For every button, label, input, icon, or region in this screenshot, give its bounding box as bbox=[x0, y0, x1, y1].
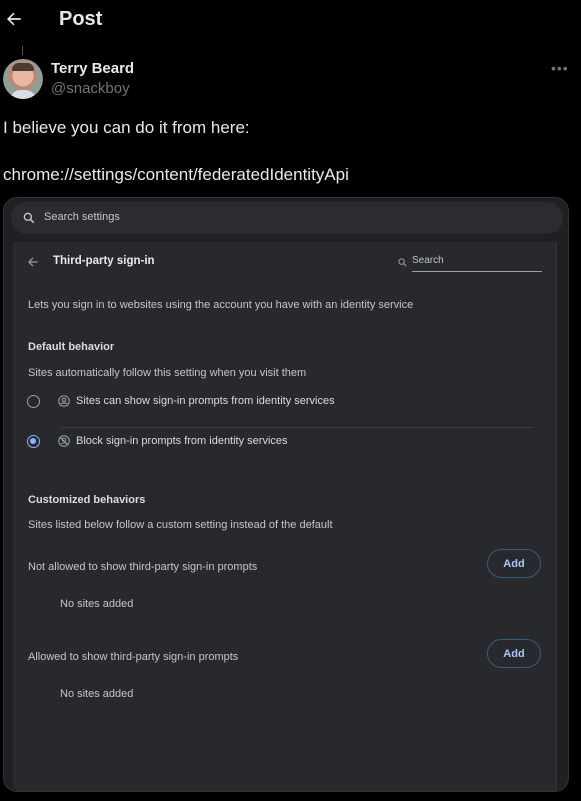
page-description: Lets you sign in to websites using the a… bbox=[28, 299, 414, 311]
attached-screenshot[interactable]: Search settings Third-party sign-in Sear… bbox=[3, 197, 569, 792]
top-bar: Post bbox=[0, 0, 581, 42]
settings-search-placeholder: Search bbox=[412, 255, 444, 266]
author-handle[interactable]: @snackboy bbox=[51, 80, 130, 97]
search-icon bbox=[398, 258, 407, 267]
customized-behaviors-subtitle: Sites listed below follow a custom setti… bbox=[28, 519, 333, 531]
blocked-list-empty: No sites added bbox=[60, 598, 134, 610]
arrow-left-icon bbox=[7, 12, 21, 26]
divider bbox=[61, 427, 534, 428]
search-icon bbox=[23, 212, 35, 224]
radio-button bbox=[27, 395, 40, 408]
settings-search-field: Search bbox=[397, 252, 542, 272]
customized-behaviors-heading: Customized behaviors bbox=[28, 494, 146, 506]
more-horizontal-icon: ••• bbox=[551, 60, 569, 76]
author-name[interactable]: Terry Beard bbox=[51, 60, 134, 77]
post-text-line: chrome://settings/content/federatedIdent… bbox=[3, 165, 349, 184]
avatar[interactable] bbox=[3, 59, 43, 99]
account-circle-icon bbox=[58, 395, 70, 407]
radio-button-checked bbox=[27, 435, 40, 448]
default-behavior-subtitle: Sites automatically follow this setting … bbox=[28, 367, 307, 379]
radio-option-label: Block sign-in prompts from identity serv… bbox=[76, 435, 288, 447]
allowed-list-empty: No sites added bbox=[60, 688, 134, 700]
search-settings-placeholder: Search settings bbox=[44, 211, 120, 223]
settings-card: Third-party sign-in Search Lets you sign… bbox=[13, 242, 556, 791]
add-allowed-site-button: Add bbox=[487, 639, 541, 668]
radio-option-allow: Sites can show sign-in prompts from iden… bbox=[27, 390, 543, 414]
default-behavior-heading: Default behavior bbox=[28, 341, 115, 353]
radio-option-block: Block sign-in prompts from identity serv… bbox=[27, 430, 543, 454]
back-button[interactable] bbox=[4, 9, 26, 31]
thread-connector bbox=[22, 46, 23, 55]
page-title: Post bbox=[59, 8, 103, 30]
account-blocked-icon bbox=[58, 435, 70, 447]
post-text-line: I believe you can do it from here: bbox=[3, 118, 250, 137]
blocked-list-label: Not allowed to show third-party sign-in … bbox=[28, 561, 258, 573]
settings-page-title: Third-party sign-in bbox=[53, 255, 155, 267]
search-settings-bar: Search settings bbox=[11, 202, 563, 234]
post-text: I believe you can do it from here: chrom… bbox=[3, 116, 349, 186]
allowed-list-label: Allowed to show third-party sign-in prom… bbox=[28, 651, 239, 663]
add-blocked-site-button: Add bbox=[487, 549, 541, 578]
more-options-button[interactable]: ••• bbox=[551, 60, 569, 78]
scrollbar bbox=[556, 242, 557, 791]
arrow-left-icon bbox=[28, 257, 38, 267]
radio-option-label: Sites can show sign-in prompts from iden… bbox=[76, 395, 335, 407]
